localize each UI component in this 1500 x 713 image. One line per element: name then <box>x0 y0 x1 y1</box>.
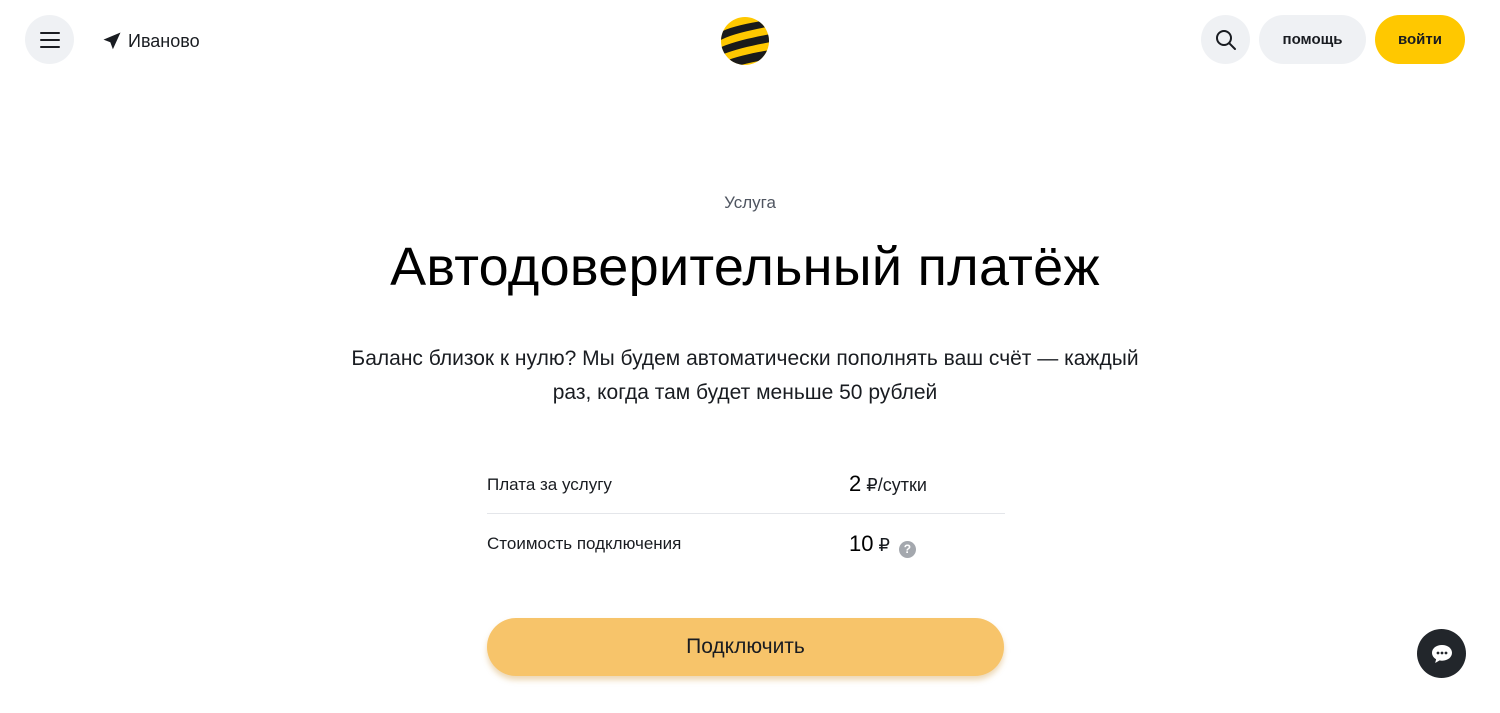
param-value: 2 ₽/сутки <box>849 471 927 497</box>
param-value: 10 ₽ ? <box>849 531 916 558</box>
page-title: Автодоверительный платёж <box>390 237 1100 297</box>
param-value-unit: ₽/сутки <box>866 475 927 495</box>
param-label: Плата за услугу <box>487 475 612 494</box>
login-button[interactable]: войти <box>1375 15 1465 64</box>
menu-button[interactable] <box>25 15 74 64</box>
service-description: Баланс близок к нулю? Мы будем автоматич… <box>351 347 1139 404</box>
service-eyebrow: Услуга <box>724 193 776 212</box>
search-icon <box>1215 29 1236 50</box>
search-button[interactable] <box>1201 15 1250 64</box>
header: Иваново помощь войти <box>0 0 1500 80</box>
city-selector[interactable]: Иваново <box>102 29 200 53</box>
param-value-unit: ₽ <box>878 535 890 555</box>
city-name: Иваново <box>128 30 200 51</box>
hamburger-menu-icon <box>39 31 60 48</box>
connect-button[interactable]: Подключить <box>487 618 1004 676</box>
page: Иваново помощь войти Услуга Автодоверите… <box>0 0 1500 713</box>
location-arrow-icon <box>102 31 122 51</box>
param-value-number: 2 <box>849 471 862 496</box>
help-button[interactable]: помощь <box>1259 15 1366 64</box>
param-label: Стоимость подключения <box>487 534 682 553</box>
service-params: Плата за услугу 2 ₽/сутки Стоимость подк… <box>487 455 1005 572</box>
param-row-fee: Плата за услугу 2 ₽/сутки <box>487 455 1005 514</box>
chat-button[interactable] <box>1417 629 1466 678</box>
beeline-logo-icon[interactable] <box>719 15 771 67</box>
param-value-number: 10 <box>849 531 874 556</box>
param-row-connection-cost: Стоимость подключения 10 ₽ ? <box>487 514 1005 572</box>
chat-bubble-icon <box>1431 644 1452 663</box>
question-mark-icon[interactable]: ? <box>898 540 916 558</box>
